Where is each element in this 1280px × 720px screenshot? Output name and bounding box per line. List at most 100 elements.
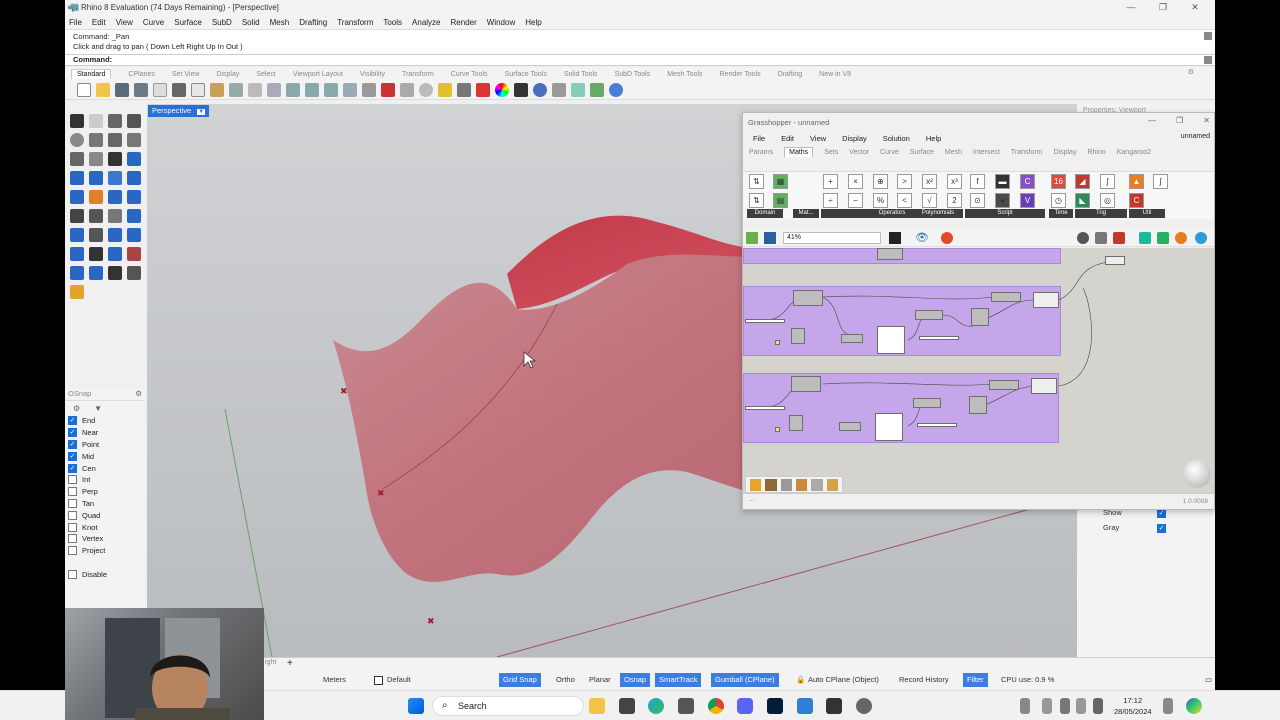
- gh-menu-solution[interactable]: Solution: [883, 134, 910, 143]
- util-triangle-icon[interactable]: ▲: [1129, 174, 1144, 189]
- chrome-icon[interactable]: [708, 698, 724, 714]
- osnap-checkbox[interactable]: ✓: [68, 451, 77, 461]
- material-icon[interactable]: [476, 83, 490, 97]
- lightbulb-icon[interactable]: [438, 83, 452, 97]
- right-triangle-icon[interactable]: ◣: [1075, 193, 1090, 208]
- copy-tool-icon[interactable]: [89, 209, 103, 223]
- curve-tool-icon[interactable]: [127, 114, 141, 128]
- microphone-icon[interactable]: [1042, 698, 1052, 714]
- pan-hand-icon[interactable]: [248, 83, 262, 97]
- python-icon[interactable]: [590, 83, 604, 97]
- loft-tool-icon[interactable]: [127, 171, 141, 185]
- cage-tool-icon[interactable]: [70, 247, 84, 261]
- record-history-toggle[interactable]: Record History: [895, 673, 953, 687]
- analyze-tool-icon[interactable]: [127, 247, 141, 261]
- save-file-icon[interactable]: [764, 232, 776, 244]
- component-node[interactable]: [971, 308, 989, 326]
- gh-tab-display[interactable]: Display: [1054, 149, 1077, 156]
- discord-icon[interactable]: [737, 698, 753, 714]
- block-tool-icon[interactable]: [108, 247, 122, 261]
- settings-app-icon[interactable]: [619, 698, 635, 714]
- grasshopper-taskbar-icon[interactable]: [856, 698, 872, 714]
- osnap-item-mid[interactable]: ✓ Mid: [65, 450, 145, 462]
- gh-tab-sets[interactable]: Sets: [824, 149, 838, 156]
- notification-bell-icon[interactable]: [1163, 698, 1173, 714]
- dimension-tool-icon[interactable]: [89, 228, 103, 242]
- gh-tab-kangaroo2[interactable]: Kangaroo2: [1117, 149, 1151, 156]
- tab-standard[interactable]: Standard: [71, 69, 112, 79]
- category-polynomials[interactable]: Polynomials: [915, 209, 961, 218]
- zoom-field[interactable]: 41%: [783, 232, 881, 244]
- taskbar-clock[interactable]: 17:12 28/05/2024: [1114, 695, 1152, 717]
- open-file-icon[interactable]: [746, 232, 758, 244]
- canvas-navigator-icon[interactable]: [1183, 460, 1211, 488]
- osnap-item-int[interactable]: Int: [65, 474, 145, 486]
- gh-tab-transform[interactable]: Transform: [1011, 149, 1043, 156]
- component-node[interactable]: [841, 334, 863, 343]
- hatch-tool-icon[interactable]: [89, 247, 103, 261]
- scale-tool-icon[interactable]: [127, 209, 141, 223]
- merge-node[interactable]: [1105, 256, 1125, 265]
- show-checkbox[interactable]: ✓: [1157, 509, 1166, 518]
- rectangle-tool-icon[interactable]: [127, 133, 141, 147]
- component-node[interactable]: [989, 380, 1019, 390]
- command-prompt[interactable]: Command:: [65, 54, 1215, 66]
- polygon-tool-icon[interactable]: [108, 133, 122, 147]
- extrude-tool-icon[interactable]: [108, 171, 122, 185]
- render-icon[interactable]: [514, 83, 528, 97]
- tab-drafting[interactable]: Drafting: [778, 71, 803, 78]
- zoom-extents-icon[interactable]: [889, 232, 901, 244]
- settings-icon[interactable]: ⚙: [73, 404, 80, 413]
- color-wheel-icon[interactable]: [495, 83, 509, 97]
- circle-tool-icon[interactable]: [70, 133, 84, 147]
- close-icon[interactable]: ✕: [1203, 116, 1210, 125]
- disable-checkbox[interactable]: [68, 569, 77, 579]
- osnap-checkbox[interactable]: [68, 487, 77, 497]
- cplane-icon[interactable]: [381, 83, 395, 97]
- group-tool-icon[interactable]: [89, 266, 103, 280]
- osnap-checkbox[interactable]: [68, 534, 77, 544]
- gh-tab-mesh[interactable]: Mesh: [945, 149, 962, 156]
- menu-tools[interactable]: Tools: [383, 18, 402, 27]
- tab-new-in-v8[interactable]: New in V8: [819, 71, 851, 78]
- sketch-icon[interactable]: [941, 232, 953, 244]
- power-icon[interactable]: x²: [922, 174, 937, 189]
- tab-display[interactable]: Display: [216, 71, 239, 78]
- menu-solid[interactable]: Solid: [242, 18, 260, 27]
- preview-eye-icon[interactable]: 👁: [915, 231, 929, 244]
- gh-tab-intersect[interactable]: Intersect: [973, 149, 1000, 156]
- layout-tool-icon[interactable]: [70, 266, 84, 280]
- help-icon[interactable]: [609, 83, 623, 97]
- osnap-item-tan[interactable]: Tan: [65, 498, 145, 510]
- text-tool-icon[interactable]: [70, 228, 84, 242]
- osnap-item-knot[interactable]: Knot: [65, 521, 145, 533]
- menu-edit[interactable]: Edit: [92, 18, 106, 27]
- solution-icon[interactable]: [1175, 232, 1187, 244]
- zoom-window-icon[interactable]: [305, 83, 319, 97]
- category-script[interactable]: Script: [965, 209, 1045, 218]
- gh-menu-edit[interactable]: Edit: [781, 134, 794, 143]
- render-tool-icon[interactable]: [127, 266, 141, 280]
- menu-mesh[interactable]: Mesh: [270, 18, 290, 27]
- freeform-tool-icon[interactable]: [70, 152, 84, 166]
- store-icon[interactable]: [678, 698, 694, 714]
- autocplane-toggle[interactable]: Auto CPlane (Object): [804, 673, 883, 687]
- smaller-than-icon[interactable]: <: [897, 193, 912, 208]
- gh-tab-params[interactable]: Params: [749, 149, 773, 156]
- usb-icon[interactable]: [1060, 698, 1070, 714]
- surface-tool-icon[interactable]: [127, 152, 141, 166]
- gh-tab-curve[interactable]: Curve: [880, 149, 899, 156]
- chevron-down-icon[interactable]: ▼: [197, 109, 206, 115]
- options-icon[interactable]: [552, 83, 566, 97]
- zoom-icon[interactable]: [286, 83, 300, 97]
- add-viewport-icon[interactable]: +: [287, 658, 293, 669]
- tab-solid-tools[interactable]: Solid Tools: [564, 71, 598, 78]
- render-sphere-icon[interactable]: [533, 83, 547, 97]
- modulus-icon[interactable]: %: [873, 193, 888, 208]
- fillet-tool-icon[interactable]: [89, 152, 103, 166]
- select-tool-icon[interactable]: [70, 114, 84, 128]
- layer-label[interactable]: Default: [383, 673, 415, 687]
- component-node[interactable]: [791, 328, 805, 344]
- mesh-tool-icon[interactable]: [70, 190, 84, 204]
- menu-analyze[interactable]: Analyze: [412, 18, 440, 27]
